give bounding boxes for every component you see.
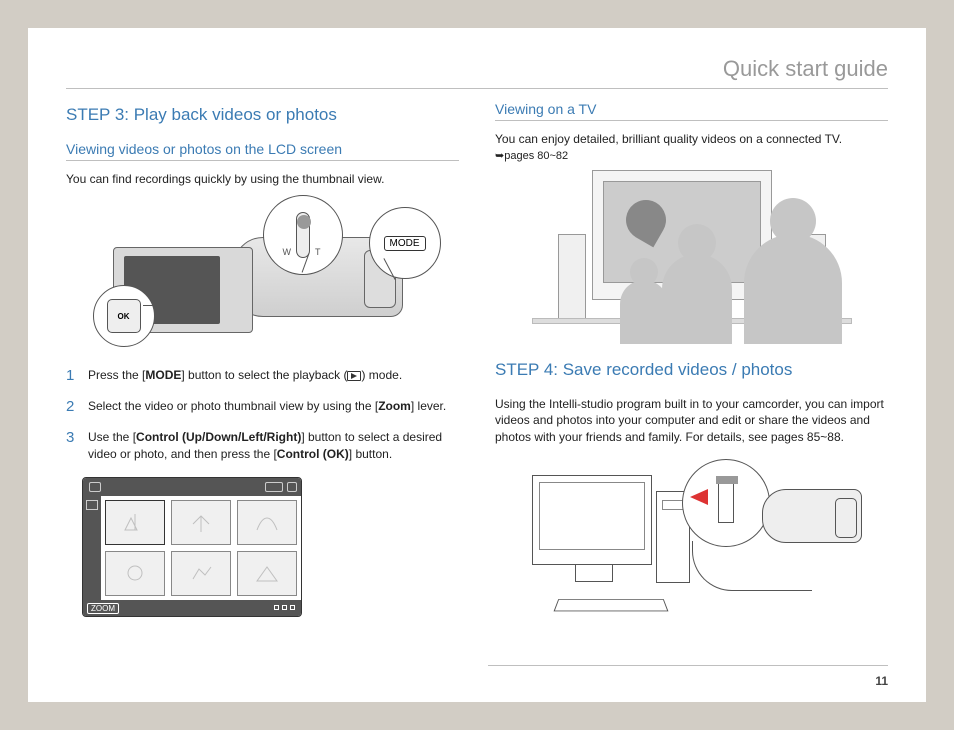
step4-title: STEP 4: Save recorded videos / photos (495, 360, 888, 380)
mode-button-callout: MODE (369, 207, 441, 279)
arrow-icon (690, 489, 708, 505)
step-number: 1 (66, 367, 78, 384)
tv-section-text: You can enjoy detailed, brilliant qualit… (495, 131, 888, 147)
speaker-icon (558, 234, 586, 324)
zoom-badge: ZOOM (87, 603, 119, 614)
person-silhouette-icon (620, 280, 668, 344)
person-silhouette-icon (744, 234, 842, 344)
manual-page: Quick start guide STEP 3: Play back vide… (28, 28, 926, 702)
step-text: Select the video or photo thumbnail view… (88, 398, 446, 415)
keyboard-icon (553, 599, 668, 611)
step-number: 3 (66, 429, 78, 463)
playback-icon (347, 371, 361, 381)
step-number: 2 (66, 398, 78, 415)
step3-title: STEP 3: Play back videos or photos (66, 105, 459, 125)
zoom-lever-icon (296, 212, 310, 258)
ok-dpad-icon: OK (107, 299, 141, 333)
thumbnail-cell (237, 500, 297, 545)
step3-intro: You can find recordings quickly by using… (66, 171, 459, 187)
instruction-2: 2 Select the video or photo thumbnail vi… (66, 398, 459, 415)
instruction-1: 1 Press the [MODE] button to select the … (66, 367, 459, 384)
step3-instructions: 1 Press the [MODE] button to select the … (66, 367, 459, 463)
monitor-icon (532, 475, 652, 565)
camcorder-figure: MODE OK (66, 197, 459, 357)
thumbnail-sidebar (83, 496, 101, 600)
camcorder-small-icon (762, 489, 862, 543)
underline (495, 120, 888, 121)
right-column: Viewing on a TV You can enjoy detailed, … (495, 101, 888, 617)
step-text: Press the [MODE] button to select the pl… (88, 367, 402, 384)
usb-plug-icon (718, 483, 734, 523)
thumbnail-cell (237, 551, 297, 596)
computer-transfer-figure (512, 455, 872, 615)
left-column: STEP 3: Play back videos or photos Viewi… (66, 101, 459, 617)
step-text: Use the [Control (Up/Down/Left/Right)] b… (88, 429, 459, 463)
ok-control-callout: OK (93, 285, 155, 347)
cable-icon (692, 541, 812, 591)
thumbnail-cell (105, 551, 165, 596)
tv-viewing-figure (512, 164, 872, 344)
thumbnail-cell (105, 500, 165, 545)
mode-button-label: MODE (384, 236, 426, 251)
tv-section-title: Viewing on a TV (495, 101, 888, 117)
underline (66, 160, 459, 161)
footer-divider (488, 665, 888, 666)
page-header-title: Quick start guide (28, 28, 926, 88)
thumbnail-grid (105, 500, 297, 596)
page-number: 11 (875, 674, 888, 688)
thumbnail-cell (171, 500, 231, 545)
thumbnail-bottombar: ZOOM (83, 600, 301, 616)
person-silhouette-icon (662, 254, 732, 344)
content-columns: STEP 3: Play back videos or photos Viewi… (28, 89, 926, 617)
instruction-3: 3 Use the [Control (Up/Down/Left/Right)]… (66, 429, 459, 463)
tv-page-ref: ➥pages 80~82 (495, 149, 888, 162)
thumbnail-cell (171, 551, 231, 596)
zoom-lever-callout (263, 195, 343, 275)
step3-subtitle: Viewing videos or photos on the LCD scre… (66, 141, 459, 157)
step4-text: Using the Intelli-studio program built i… (495, 396, 888, 445)
thumbnail-topbar (83, 478, 301, 496)
thumbnail-view-figure: ZOOM (82, 477, 302, 617)
